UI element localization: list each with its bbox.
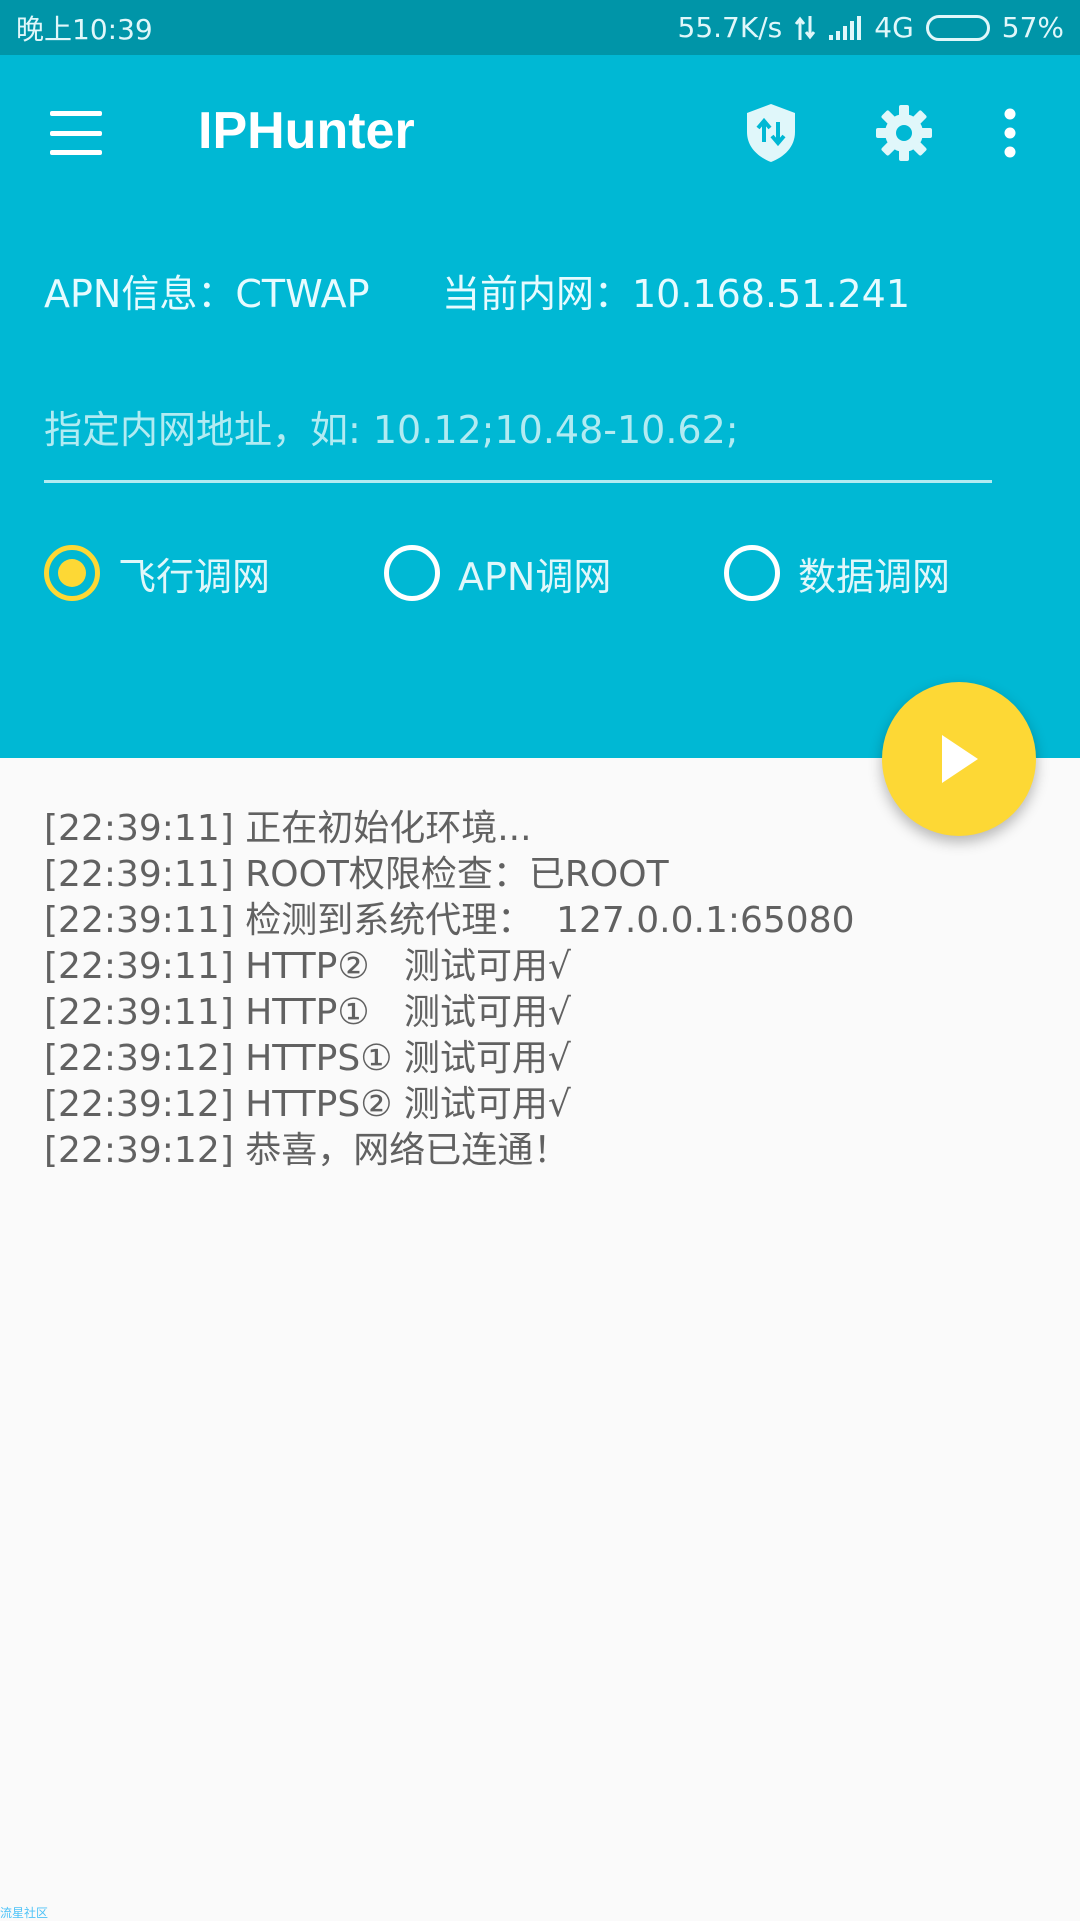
data-transfer-icon [794, 14, 816, 42]
radio-label: APN调网 [458, 554, 612, 599]
play-icon [942, 735, 978, 783]
log-line: [22:39:11] 正在初始化环境... [44, 808, 532, 849]
gear-icon[interactable] [868, 97, 940, 169]
log-output: [22:39:11] 正在初始化环境... [22:39:11] ROOT权限检… [44, 806, 1044, 1174]
menu-icon[interactable] [44, 107, 108, 159]
log-line: [22:39:11] 检测到系统代理： 127.0.0.1:65080 [44, 900, 855, 941]
watermark: 流星社区 [0, 1906, 49, 1920]
status-right: 55.7K/s 4G 57% [678, 11, 1064, 44]
network-info: APN信息：CTWAP 当前内网：10.168.51.241 [44, 263, 910, 318]
mode-radio-group: 飞行调网 APN调网 数据调网 [44, 545, 1044, 615]
network-speed: 55.7K/s [677, 11, 783, 44]
log-line: [22:39:12] HTTPS② 测试可用√ [44, 1084, 571, 1125]
log-line: [22:39:11] HTTP① 测试可用√ [44, 992, 571, 1033]
log-line: [22:39:12] HTTPS① 测试可用√ [44, 1038, 571, 1079]
radio-label: 数据调网 [798, 554, 951, 599]
shield-swap-icon[interactable] [735, 97, 807, 169]
network-type: 4G [874, 11, 914, 44]
log-line: [22:39:12] 恭喜，网络已连通！ [44, 1130, 570, 1171]
log-line: [22:39:11] ROOT权限检查：已ROOT [44, 854, 669, 895]
header-panel: IPHunter APN信息：CTWAP 当前内网：10.168.51.241 … [0, 55, 1080, 758]
app-bar: IPHunter [0, 55, 1080, 210]
apn-info: APN信息：CTWAP [44, 272, 370, 316]
radio-apn-mode[interactable]: APN调网 [384, 545, 611, 601]
lan-address-input[interactable] [44, 385, 992, 475]
status-time: 晚上10:39 [16, 12, 153, 46]
status-bar: 晚上10:39 55.7K/s 4G 57% [0, 0, 1080, 55]
more-vert-icon[interactable] [982, 97, 1038, 169]
battery-icon [925, 14, 990, 41]
log-line: [22:39:11] HTTP② 测试可用√ [44, 946, 571, 987]
radio-button[interactable] [384, 545, 440, 601]
radio-label: 飞行调网 [118, 554, 271, 599]
current-lan-ip: 当前内网：10.168.51.241 [442, 272, 911, 316]
radio-button[interactable] [724, 545, 780, 601]
signal-icon [828, 15, 862, 41]
battery-percent: 57% [1001, 11, 1064, 44]
radio-data-mode[interactable]: 数据调网 [724, 545, 950, 601]
radio-button[interactable] [44, 545, 100, 601]
app-title: IPHunter [198, 102, 415, 160]
lan-address-field[interactable] [44, 385, 992, 483]
radio-airplane-mode[interactable]: 飞行调网 [44, 545, 270, 601]
